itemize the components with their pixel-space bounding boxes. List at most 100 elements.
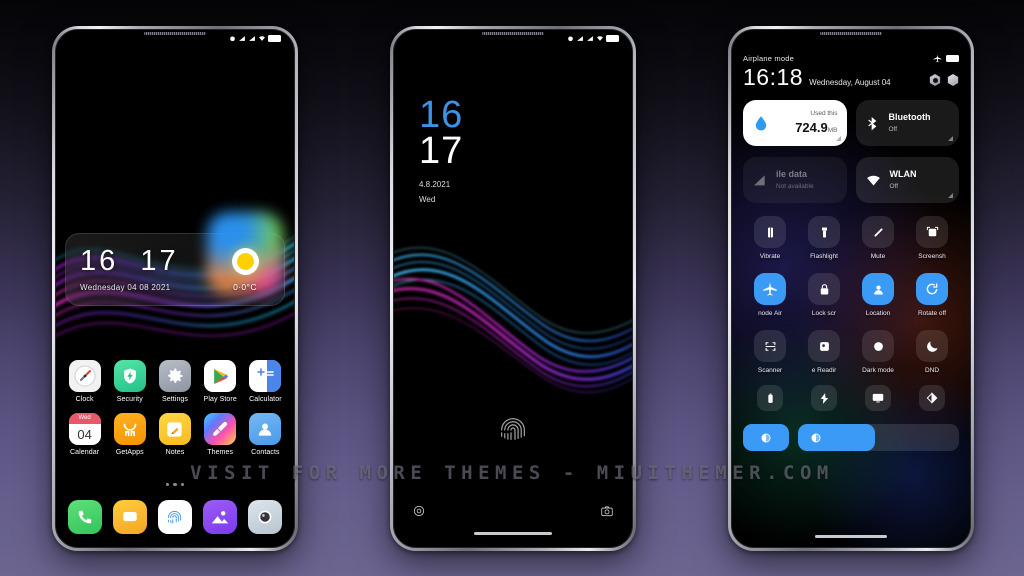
location-icon: [862, 273, 894, 305]
toggle-label: Screensh: [918, 253, 946, 260]
tile-expand-corner[interactable]: [835, 136, 841, 141]
camera-icon[interactable]: [599, 503, 615, 519]
toggle-reading-mode[interactable]: e Readir: [797, 330, 851, 374]
lock-icon: [808, 273, 840, 305]
app-notes[interactable]: Notes: [152, 413, 197, 456]
mobile-data-icon: [754, 175, 765, 186]
lockscreen-weekday: Wed: [419, 195, 436, 205]
control-center-header: 16:18 Wednesday, August 04: [743, 64, 959, 89]
clock-weather-widget[interactable]: 16 17 Wednesday 04 08 2021 0·0°C: [65, 211, 285, 306]
toggle-battery-saver[interactable]: [743, 385, 797, 411]
tile-data-usage[interactable]: Used this 724.9MB: [743, 100, 847, 146]
toggle-lock-screen[interactable]: Lock scr: [797, 273, 851, 317]
tile-mobile-data[interactable]: ile data Not available: [743, 157, 847, 203]
tile-value: Not available: [776, 182, 814, 190]
app-calculator[interactable]: Calculator: [243, 360, 288, 403]
phone-icon[interactable]: [67, 500, 102, 534]
toggle-contrast[interactable]: [905, 385, 959, 411]
settings-hex-icon[interactable]: [929, 74, 941, 86]
signal-icon: [577, 36, 583, 41]
vibrate-icon: [754, 216, 786, 248]
app-calendar[interactable]: Wed 04 Calendar: [62, 413, 107, 456]
toggle-flashlight[interactable]: Flashlight: [797, 216, 851, 260]
signal-icon: [239, 36, 245, 41]
page-indicator[interactable]: [56, 482, 294, 486]
brightness-slider[interactable]: [798, 424, 959, 451]
lockscreen-minutes: 17: [419, 129, 464, 172]
toggle-label: DND: [924, 367, 940, 374]
toggle-lightning[interactable]: [797, 385, 851, 411]
tile-value: Off: [889, 182, 899, 190]
big-tile-row-2: ile data Not available WLAN Off: [743, 157, 959, 203]
gallery-icon[interactable]: [203, 500, 238, 534]
tile-title: Bluetooth: [888, 112, 931, 123]
home-indicator[interactable]: [815, 535, 887, 538]
big-tile-row-1: Used this 724.9MB Bluetooth Off: [743, 100, 959, 146]
getapps-icon: [113, 413, 146, 445]
alarm-icon: [568, 36, 573, 42]
app-settings[interactable]: Settings: [152, 360, 197, 403]
tile-bluetooth[interactable]: Bluetooth Off: [855, 100, 959, 146]
phone3-status-bar: Airplane mode: [743, 30, 959, 64]
flashlight-icon[interactable]: [411, 503, 427, 519]
toggle-rotate[interactable]: Rotate off: [905, 273, 959, 317]
rotate-icon: [916, 273, 948, 305]
calendar-day-number: 04: [77, 426, 92, 442]
dock: [62, 500, 288, 534]
airplane-mode-label: Airplane mode: [743, 53, 794, 63]
tile-expand-corner[interactable]: [948, 136, 953, 141]
toggle-cast[interactable]: [851, 385, 905, 411]
tile-title: Used this: [810, 109, 838, 117]
data-drop-icon: [755, 116, 767, 131]
app-getapps[interactable]: GetApps: [107, 413, 152, 456]
messages-icon[interactable]: [112, 500, 147, 534]
app-contacts[interactable]: Contacts: [243, 413, 288, 456]
calendar-day-name: Wed: [68, 413, 101, 424]
weather-block[interactable]: 0·0°C: [206, 211, 284, 296]
flashlight-icon: [808, 216, 840, 248]
tile-title: WLAN: [889, 169, 917, 180]
toggle-scanner[interactable]: Scanner: [743, 330, 797, 374]
fingerprint-icon[interactable]: [496, 413, 530, 447]
screenshot-icon: [916, 216, 948, 248]
toggle-vibrate[interactable]: Vibrate: [743, 216, 797, 260]
contacts-icon: [249, 413, 282, 445]
app-play-store[interactable]: Play Store: [198, 360, 243, 403]
widget-temperature: 0·0°C: [233, 281, 257, 292]
widget-time: 16 17: [80, 245, 179, 277]
toggle-screenshot[interactable]: Screensh: [905, 216, 959, 260]
toggle-location[interactable]: Location: [851, 273, 905, 317]
toggle-dark-mode[interactable]: Dark mode: [851, 330, 905, 374]
lightning-icon: [811, 385, 837, 411]
toggle-airplane[interactable]: node Air: [743, 273, 797, 317]
home-indicator[interactable]: [474, 532, 552, 535]
shield-icon: [113, 360, 146, 392]
toggle-label: node Air: [758, 310, 782, 317]
app-clock[interactable]: Clock: [62, 360, 107, 403]
moon-icon: [916, 330, 948, 362]
slider-row: [743, 424, 959, 451]
brightness-icon: [811, 433, 821, 442]
control-center-panel: Airplane mode 16:18 Wednesday, August 04: [732, 30, 970, 547]
battery-icon: [606, 35, 619, 42]
fingerprint-icon[interactable]: [157, 500, 192, 534]
tile-title: ile data: [776, 169, 808, 180]
signal-icon: [587, 36, 593, 41]
app-themes[interactable]: Themes: [198, 413, 243, 456]
app-security[interactable]: Security: [107, 360, 152, 403]
brightness-quick-button[interactable]: [743, 424, 789, 451]
tile-expand-corner[interactable]: [948, 193, 953, 198]
brightness-slider-fill: [798, 424, 876, 451]
app-label: Calendar: [69, 449, 100, 456]
app-grid: Clock Security Settings Play Store Calcu…: [62, 360, 288, 456]
user-hex-icon[interactable]: [947, 74, 959, 86]
toggle-dnd[interactable]: DND: [905, 330, 959, 374]
phone-lock-screen: 16 17 4.8.2021 Wed: [390, 26, 636, 551]
clock-icon: [68, 360, 101, 392]
tile-wlan[interactable]: WLAN Off: [855, 157, 959, 203]
wifi-icon: [259, 36, 265, 41]
gear-icon: [158, 360, 191, 392]
toggle-mute[interactable]: Mute: [851, 216, 905, 260]
camera-icon[interactable]: [248, 500, 283, 534]
airplane-icon: [754, 273, 786, 305]
